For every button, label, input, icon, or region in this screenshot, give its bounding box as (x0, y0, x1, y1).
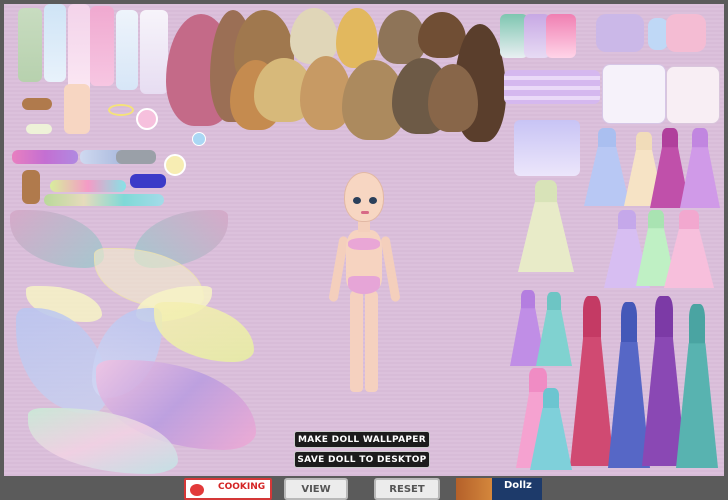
make-wallpaper-button[interactable]: MAKE DOLL WALLPAPER (294, 431, 430, 448)
dress-bodice (520, 290, 536, 312)
dress-item[interactable] (680, 128, 720, 208)
stocking-item[interactable] (116, 10, 138, 90)
dress-bodice (546, 292, 562, 313)
wing-item[interactable] (154, 302, 254, 362)
dress-bodice (534, 180, 558, 206)
dollz-thumbnail (456, 478, 492, 500)
dress-bodice (679, 210, 699, 232)
doll-leg-left (350, 290, 363, 392)
doll-bra (348, 238, 380, 250)
doll-arm-right (380, 235, 401, 303)
save-desktop-button[interactable]: SAVE DOLL TO DESKTOP (294, 451, 430, 468)
doll-leg-right (365, 290, 378, 392)
gown-item[interactable] (530, 388, 572, 470)
dress-skirt (518, 202, 574, 272)
dress-skirt (664, 228, 714, 288)
dress-item[interactable] (518, 180, 574, 272)
stocking-item[interactable] (44, 4, 66, 82)
reset-button[interactable]: RESET (374, 478, 440, 500)
dress-skirt (676, 343, 718, 468)
view-button[interactable]: VIEW (284, 478, 348, 500)
wand-icon[interactable] (164, 154, 186, 176)
dress-bodice (542, 388, 560, 411)
top-item[interactable] (666, 66, 720, 124)
top-item[interactable] (666, 14, 706, 52)
dress-skirt (530, 407, 572, 470)
dollz-ad-label: Dollz (504, 480, 532, 491)
doll-underwear (348, 276, 380, 294)
doll-lips (361, 211, 369, 214)
bottom-bar: COOKING VIEW RESET Dollz (4, 476, 724, 500)
dollz-ad[interactable]: Dollz (456, 478, 542, 500)
shoe-item[interactable] (44, 194, 164, 206)
shoe-item[interactable] (130, 174, 166, 188)
doll-head (344, 172, 384, 222)
dress-bodice (648, 210, 664, 232)
shoe-item[interactable] (116, 150, 156, 164)
top-item[interactable] (596, 14, 644, 52)
dress-bodice (620, 302, 638, 349)
strawberry-icon (190, 484, 204, 496)
stocking-item[interactable] (18, 8, 42, 82)
skirt-item[interactable] (514, 120, 580, 176)
dress-bodice (692, 128, 708, 151)
dress-skirt (536, 309, 572, 366)
tights-item[interactable] (64, 84, 90, 134)
cooking-ad[interactable]: COOKING (184, 478, 272, 500)
top-item[interactable] (648, 18, 668, 50)
stocking-item[interactable] (140, 10, 168, 94)
dress-bodice (662, 128, 678, 151)
wand-icon[interactable] (136, 108, 158, 130)
doll-eye-left (353, 197, 361, 204)
dressup-stage: MAKE DOLL WALLPAPER SAVE DOLL TO DESKTOP (4, 4, 724, 476)
shoe-item[interactable] (26, 124, 52, 134)
halo-icon[interactable] (108, 104, 134, 116)
gown-item[interactable] (536, 292, 572, 366)
cooking-ad-label: COOKING (218, 482, 266, 492)
dress-bodice (583, 296, 601, 344)
hair-item[interactable] (290, 8, 338, 64)
dress-bodice (655, 296, 673, 344)
wand-icon[interactable] (192, 132, 206, 146)
shoe-item[interactable] (12, 150, 78, 164)
stocking-item[interactable] (90, 6, 114, 86)
dress-bodice (597, 128, 617, 150)
gown-item[interactable] (676, 304, 718, 468)
dress-bodice (617, 210, 637, 232)
doll-figure (320, 172, 410, 397)
dress-bodice (688, 304, 706, 350)
hair-item[interactable] (336, 8, 378, 68)
shoe-item[interactable] (22, 170, 40, 204)
doll-eye-right (369, 197, 377, 204)
shoe-item[interactable] (22, 98, 52, 110)
shoe-item[interactable] (50, 180, 126, 192)
wing-item[interactable] (10, 210, 104, 268)
dress-skirt (680, 147, 720, 208)
stocking-item[interactable] (68, 4, 90, 94)
top-item[interactable] (546, 14, 576, 58)
top-item[interactable] (602, 64, 666, 124)
dress-item[interactable] (664, 210, 714, 288)
skirt-item[interactable] (504, 70, 600, 104)
